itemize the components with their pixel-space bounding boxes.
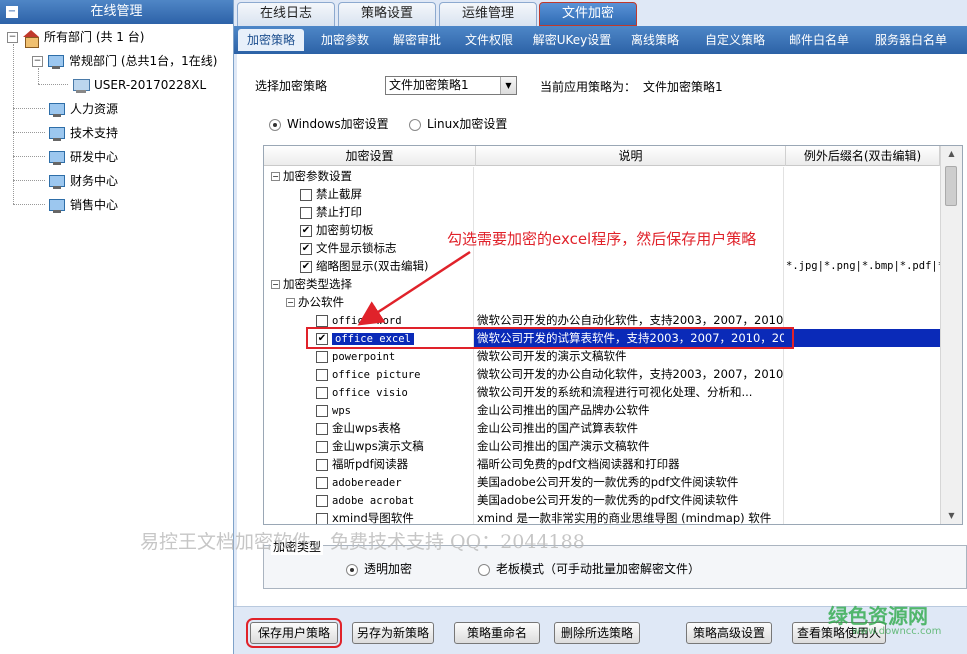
watermark-text: 易控王文档加密软件，免费技术支持 QQ：2044188: [140, 531, 585, 553]
rename-policy-button[interactable]: 策略重命名: [454, 622, 540, 644]
site-logo: 绿色资源网: [828, 604, 928, 628]
site-logo-url: www.downcc.com: [852, 626, 942, 637]
annotation-arrow: [357, 250, 471, 326]
annotation-text: 勾选需要加密的excel程序，然后保存用户策略: [447, 230, 757, 248]
save-as-new-policy-button[interactable]: 另存为新策略: [352, 622, 434, 644]
advanced-settings-button[interactable]: 策略高级设置: [686, 622, 772, 644]
delete-policy-button[interactable]: 删除所选策略: [554, 622, 640, 644]
save-user-policy-button[interactable]: 保存用户策略: [246, 618, 342, 648]
